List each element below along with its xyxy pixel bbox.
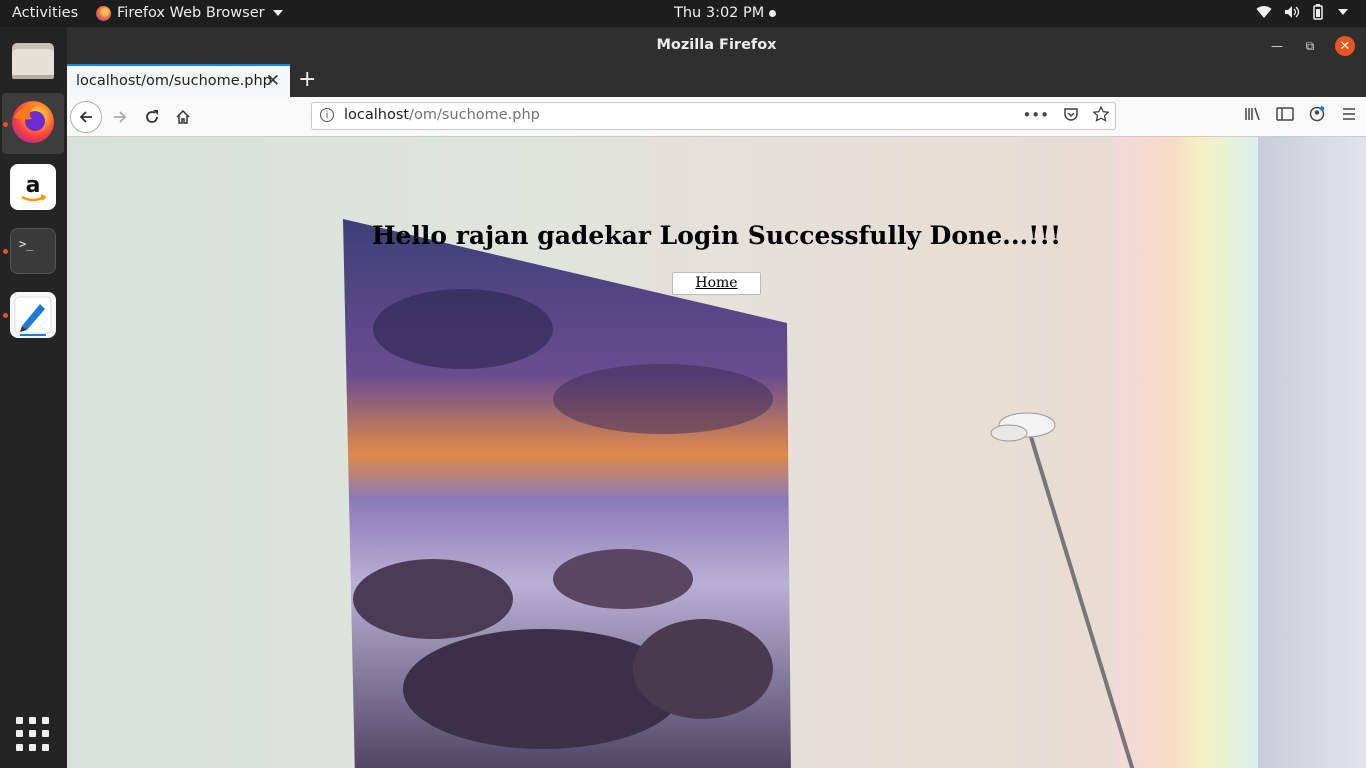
url-host: localhost [344, 107, 410, 123]
background-painting-image [343, 219, 791, 768]
app-menu[interactable]: Firefox Web Browser [96, 5, 283, 21]
sidebar-icon[interactable] [1276, 106, 1294, 122]
restore-icon: ⧉ [1305, 38, 1315, 53]
gnome-top-bar: Activities Firefox Web Browser Thu 3:02 … [0, 0, 1366, 27]
pocket-icon[interactable] [1063, 106, 1079, 122]
text-editor-icon [14, 296, 52, 336]
login-success-heading: Hello rajan gadekar Login Successfully D… [371, 221, 1062, 250]
dock-item-text-editor[interactable] [10, 292, 56, 338]
page-actions-icon[interactable]: ••• [1022, 106, 1049, 124]
bookmark-star-icon[interactable] [1093, 106, 1109, 122]
window-titlebar[interactable]: Mozilla Firefox — ⧉ ✕ [67, 27, 1366, 64]
window-title: Mozilla Firefox [656, 37, 777, 53]
running-indicator [3, 122, 8, 127]
close-tab-icon[interactable]: ✕ [266, 71, 280, 91]
amazon-icon: a [21, 173, 47, 202]
back-button[interactable] [70, 101, 102, 133]
system-tray[interactable] [1256, 4, 1348, 20]
show-applications-icon[interactable] [16, 717, 50, 751]
close-icon: ✕ [1339, 38, 1351, 54]
minimize-icon: — [1271, 39, 1283, 53]
terminal-icon: >_ [19, 237, 34, 251]
svg-text:a: a [26, 173, 41, 198]
dock-item-firefox[interactable] [10, 99, 56, 145]
tab-title: localhost/om/suchome.php [76, 73, 272, 89]
url-bar[interactable]: i localhost/om/suchome.php ••• [311, 102, 1116, 130]
back-arrow-icon [79, 111, 92, 123]
page-content: Hello rajan gadekar Login Successfully D… [67, 137, 1366, 768]
home-button[interactable]: Home [672, 272, 761, 295]
maximize-button[interactable]: ⧉ [1300, 36, 1320, 56]
clock[interactable]: Thu 3:02 PM [674, 5, 777, 21]
files-icon [12, 43, 54, 79]
forward-arrow-icon [114, 111, 127, 123]
volume-icon [1285, 6, 1300, 18]
home-toolbar-button[interactable] [169, 103, 197, 131]
forward-button[interactable] [106, 103, 134, 131]
tab-active[interactable]: localhost/om/suchome.php ✕ [67, 64, 290, 97]
activities-button[interactable]: Activities [12, 5, 78, 21]
reload-button[interactable] [138, 103, 166, 131]
hamburger-menu-icon[interactable] [1340, 106, 1358, 122]
svg-text:>_: >_ [19, 237, 34, 251]
dock-item-files[interactable] [10, 37, 56, 83]
account-icon[interactable] [1308, 106, 1326, 122]
dock-item-amazon[interactable]: a [10, 164, 56, 210]
firefox-icon [12, 101, 54, 143]
new-tab-button[interactable]: + [298, 67, 316, 92]
minimize-button[interactable]: — [1267, 36, 1287, 56]
battery-icon [1313, 4, 1323, 20]
navigation-toolbar: i localhost/om/suchome.php ••• [67, 97, 1366, 137]
firefox-icon [96, 5, 111, 21]
reload-icon [146, 110, 158, 123]
site-info-icon[interactable]: i [320, 108, 334, 122]
clock-label: Thu 3:02 PM [674, 5, 765, 21]
running-indicator [3, 313, 8, 318]
close-window-button[interactable]: ✕ [1335, 36, 1355, 56]
dock-item-terminal[interactable]: >_ [10, 228, 56, 274]
system-menu-chevron-icon [1338, 9, 1348, 15]
url-text: localhost/om/suchome.php [344, 107, 540, 123]
library-icon[interactable] [1244, 106, 1262, 122]
wifi-icon [1256, 6, 1272, 19]
notification-dot-icon [769, 9, 777, 17]
running-indicator [3, 249, 8, 254]
url-path: /om/suchome.php [409, 107, 540, 123]
background-lamp-head [990, 412, 1056, 442]
home-icon [176, 109, 190, 124]
dock: a >_ [0, 27, 67, 768]
tab-strip: localhost/om/suchome.php ✕ + [67, 64, 1366, 97]
app-menu-label: Firefox Web Browser [117, 5, 265, 21]
chevron-down-icon [272, 10, 283, 16]
